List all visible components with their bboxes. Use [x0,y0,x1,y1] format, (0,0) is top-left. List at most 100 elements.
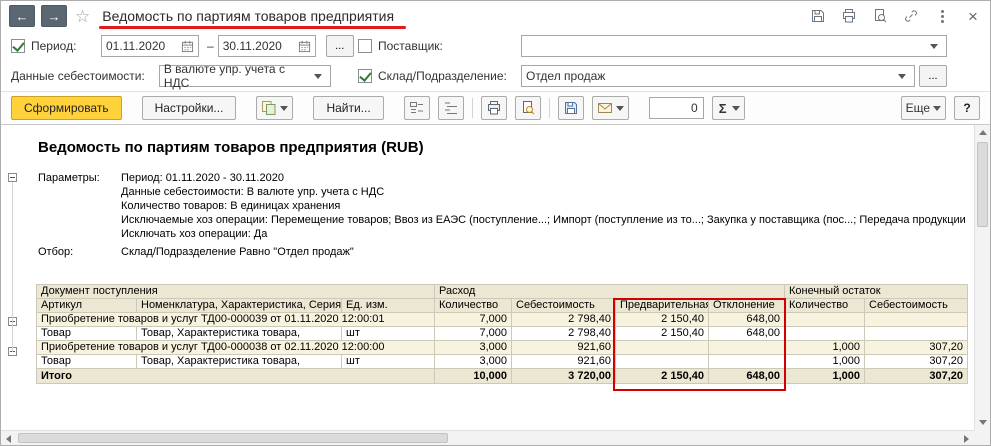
period-from-field[interactable]: 01.11.2020 [101,35,199,57]
report-variants-button[interactable] [256,96,294,120]
cell-total-label[interactable]: Итого [36,368,435,384]
cell-preliminary[interactable]: 2 150,40 [615,312,709,327]
settings-button[interactable]: Настройки... [141,96,237,120]
send-mail-button[interactable] [591,96,629,120]
h-scrollbar[interactable] [1,430,974,445]
v-scroll-thumb[interactable] [977,142,988,227]
cell-final-cost[interactable] [864,312,969,327]
cell-final-cost[interactable]: 307,20 [864,354,969,369]
cost-data-combo[interactable]: В валюте упр. учета с НДС [158,62,331,90]
supplier-combo[interactable] [521,35,947,57]
cell-cost[interactable]: 2 798,40 [511,312,616,327]
preview-icon[interactable] [871,7,889,25]
col-header-final-balance[interactable]: Конечный остаток [784,284,969,299]
cell-final-qty[interactable] [784,326,866,341]
forward-button[interactable]: → [41,5,67,27]
cell-final-cost[interactable]: 307,20 [864,368,969,384]
collapse-groups-button[interactable] [403,96,430,120]
table-row-group[interactable]: Приобретение товаров и услуг ТД00-000038… [36,340,969,355]
col-header-preliminary[interactable]: Предварительная [615,298,709,313]
cell-deviation[interactable] [707,354,786,369]
period-to-field[interactable]: 30.11.2020 [217,35,316,57]
scroll-up-button[interactable] [975,125,990,140]
table-row-total[interactable]: Итого 10,000 3 720,00 2 150,40 648,00 1,… [36,368,969,384]
scroll-down-button[interactable] [975,415,990,430]
scroll-right-button[interactable] [959,431,974,445]
expand-groups-button[interactable] [437,96,464,120]
cell-preliminary[interactable]: 2 150,40 [615,368,709,384]
col-header-cost[interactable]: Себестоимость [511,298,616,313]
print-icon[interactable] [840,7,858,25]
chevron-down-icon[interactable] [310,66,326,86]
cell-preliminary[interactable]: 2 150,40 [615,326,709,341]
back-button[interactable]: ← [9,5,35,27]
find-button[interactable]: Найти... [313,96,384,120]
col-header-deviation[interactable]: Отклонение [707,298,786,313]
cell-final-cost[interactable] [864,326,969,341]
cell-qty[interactable]: 3,000 [434,354,512,369]
cell-unit[interactable]: шт [341,326,435,341]
col-header-nomenclature[interactable]: Номенклатура, Характеристика, Серия [136,298,342,313]
v-scrollbar[interactable] [974,125,990,430]
chevron-down-icon[interactable] [894,66,910,86]
cell-qty[interactable]: 7,000 [434,326,512,341]
col-header-quantity-final[interactable]: Количество [784,298,866,313]
col-header-article[interactable]: Артикул [36,298,137,313]
cell-final-qty[interactable]: 1,000 [784,368,866,384]
link-icon[interactable] [902,7,920,25]
h-scroll-thumb[interactable] [18,433,448,443]
cell-final-qty[interactable] [784,312,866,327]
warehouse-combo[interactable]: Отдел продаж [521,65,915,87]
period-checkbox[interactable] [11,39,25,53]
calendar-icon[interactable] [181,40,194,53]
supplier-checkbox[interactable] [358,39,372,53]
help-button[interactable]: ? [954,96,980,120]
table-row-detail[interactable]: Товар Товар, Характеристика товара, шт 3… [36,354,969,369]
cell-qty[interactable]: 10,000 [434,368,512,384]
cell-cost[interactable]: 3 720,00 [511,368,616,384]
warehouse-more-button[interactable]: ... [919,65,947,87]
cell-cost[interactable]: 2 798,40 [511,326,616,341]
cell-deviation[interactable]: 648,00 [707,312,786,327]
scroll-left-button[interactable] [1,431,16,445]
cell-deviation[interactable] [707,340,786,355]
cell-preliminary[interactable] [615,340,709,355]
col-header-cost-final[interactable]: Себестоимость [864,298,969,313]
col-header-unit[interactable]: Ед. изм. [341,298,435,313]
warehouse-checkbox[interactable] [358,69,372,83]
table-row-detail[interactable]: Товар Товар, Характеристика товара, шт 7… [36,326,969,341]
group-expander[interactable] [8,173,17,182]
table-row-group[interactable]: Приобретение товаров и услуг ТД00-000039… [36,312,969,327]
print-button[interactable] [480,96,507,120]
cell-final-cost[interactable]: 307,20 [864,340,969,355]
cell-article[interactable]: Товар [36,326,137,341]
sum-button[interactable]: Σ [711,96,745,120]
counter-field[interactable]: 0 [648,97,704,119]
cell-nomenclature[interactable]: Товар, Характеристика товара, [136,326,342,341]
more-button[interactable]: Еще [900,96,946,120]
cell-qty[interactable]: 7,000 [434,312,512,327]
col-header-expense[interactable]: Расход [433,284,786,299]
save-icon[interactable] [809,7,827,25]
col-header-document[interactable]: Документ поступления [36,284,435,299]
cell-cost[interactable]: 921,60 [511,340,616,355]
cell-deviation[interactable]: 648,00 [707,368,786,384]
cell-article[interactable]: Товар [36,354,137,369]
save-result-button[interactable] [557,96,584,120]
generate-button[interactable]: Сформировать [11,96,122,120]
favorite-star-icon[interactable]: ☆ [75,8,90,25]
period-more-button[interactable]: ... [325,35,354,57]
cell-nomenclature[interactable]: Товар, Характеристика товара, [136,354,342,369]
cell-cost[interactable]: 921,60 [511,354,616,369]
chevron-down-icon[interactable] [926,36,942,56]
print-preview-button[interactable] [514,96,541,120]
cell-deviation[interactable]: 648,00 [707,326,786,341]
cell-qty[interactable]: 3,000 [434,340,512,355]
close-icon[interactable]: × [964,7,982,25]
cell-document[interactable]: Приобретение товаров и услуг ТД00-000038… [36,340,435,355]
calendar-icon[interactable] [298,40,311,53]
kebab-icon[interactable] [933,7,951,25]
cell-unit[interactable]: шт [341,354,435,369]
cell-final-qty[interactable]: 1,000 [784,340,866,355]
cell-preliminary[interactable] [615,354,709,369]
